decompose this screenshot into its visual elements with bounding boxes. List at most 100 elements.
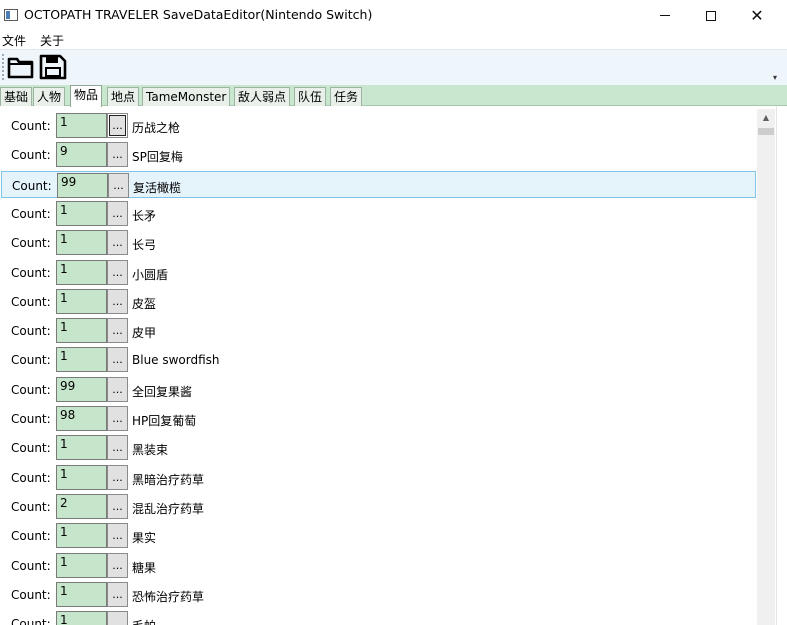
item-select-button[interactable]: ... (107, 142, 128, 168)
toolbar-grip[interactable] (2, 54, 4, 80)
item-row[interactable]: Count: 98... HP回复葡萄 (1, 405, 756, 432)
minimize-button[interactable] (642, 0, 688, 31)
item-name: 黑暗治疗药草 (132, 472, 205, 487)
window-title: OCTOPATH TRAVELER SaveDataEditor(Nintend… (24, 7, 373, 22)
count-input[interactable]: 1 (56, 347, 107, 373)
count-input[interactable]: 1 (56, 581, 107, 607)
toolbar-overflow-icon[interactable]: ▾ (773, 73, 777, 82)
count-label: Count: (11, 294, 51, 309)
item-select-button[interactable]: ... (107, 493, 128, 519)
count-label: Count: (12, 178, 52, 193)
item-select-button[interactable]: ... (107, 406, 128, 431)
tab-quests[interactable]: 任务 (330, 87, 363, 106)
item-row[interactable]: Count: 1... 黑暗治疗药草 (1, 464, 756, 491)
tab-basic[interactable]: 基础 (0, 87, 33, 106)
count-input[interactable]: 99 (57, 172, 108, 198)
count-input[interactable]: 9 (56, 142, 107, 168)
tab-locations[interactable]: 地点 (107, 87, 140, 106)
count-input[interactable]: 1 (56, 200, 107, 226)
item-row[interactable]: Count: 2... 混乱治疗药草 (1, 493, 756, 520)
item-name: 复活橄榄 (133, 180, 182, 195)
tab-tame-monster[interactable]: TameMonster (142, 87, 231, 106)
count-label: Count: (11, 617, 51, 625)
item-name: 长矛 (132, 208, 157, 223)
floppy-save-icon (39, 54, 67, 80)
item-row[interactable]: Count: 1... 小圆盾 (1, 259, 756, 286)
item-row[interactable]: Count: 9... SP回复梅 (1, 141, 756, 168)
tab-items[interactable]: 物品 (70, 85, 103, 107)
item-select-button[interactable]: ... (107, 318, 128, 344)
count-input[interactable]: 1 (56, 318, 107, 344)
item-row[interactable]: Count: 99... 全回复果酱 (1, 376, 756, 403)
item-select-button[interactable]: ... (107, 581, 128, 607)
item-row[interactable]: Count: 1... 历战之枪 (1, 112, 756, 139)
item-select-button[interactable]: ... (108, 172, 129, 198)
count-input[interactable]: 1 (56, 288, 107, 314)
count-input[interactable]: 1 (56, 464, 107, 490)
count-input[interactable]: 1 (56, 230, 107, 256)
item-name: Blue swordfish (132, 353, 220, 368)
item-name: 毛帕 (132, 617, 156, 625)
item-row[interactable]: Count: 1... 糖果 (1, 552, 756, 579)
item-select-button[interactable]: ... (107, 259, 128, 285)
count-input[interactable]: 1 (56, 113, 107, 138)
tab-enemy-weakness[interactable]: 敌人弱点 (234, 87, 291, 106)
item-row[interactable]: Count: 1... 果实 (1, 522, 756, 549)
app-window-icon (4, 9, 18, 21)
item-row[interactable]: Count: 1... 长弓 (1, 229, 756, 256)
count-input[interactable]: 99 (56, 376, 107, 402)
item-row[interactable]: Count: 1... 皮盔 (1, 288, 756, 315)
item-name: 全回复果酱 (132, 384, 193, 399)
item-select-button[interactable]: ... (107, 464, 128, 490)
item-select-button[interactable]: ... (107, 552, 128, 578)
item-row[interactable]: Count: 1... 毛帕 (1, 610, 756, 625)
open-file-button[interactable] (6, 53, 36, 81)
item-row[interactable]: Count: 1... 黑装束 (1, 434, 756, 461)
count-label: Count: (11, 499, 51, 514)
item-name: 混乱治疗药草 (132, 501, 205, 516)
items-panel: Count: 1... 历战之枪 Count: 9... SP回复梅 Count: 99...… (0, 106, 787, 625)
item-name: HP回复葡萄 (132, 414, 197, 428)
item-select-button[interactable]: ... (107, 200, 128, 226)
item-row[interactable]: Count: 1... 皮甲 (1, 317, 756, 344)
close-icon: ✕ (750, 5, 764, 25)
item-row[interactable]: Count: 1... 长矛 (1, 200, 756, 227)
vertical-scrollbar[interactable]: ▲ (757, 109, 775, 625)
folder-open-icon (7, 57, 34, 79)
maximize-button[interactable] (688, 0, 734, 31)
count-label: Count: (11, 470, 51, 485)
item-row[interactable]: Count: 1... Blue swordfish (1, 346, 756, 373)
item-select-button[interactable]: ... (107, 230, 128, 256)
item-select-button[interactable]: ... (107, 523, 128, 549)
item-row[interactable]: Count: 1... 恐怖治疗药草 (1, 581, 756, 608)
count-input[interactable]: 1 (56, 552, 107, 578)
item-select-button[interactable]: ... (107, 435, 128, 461)
item-row[interactable]: Count: 99... 复活橄榄 (1, 170, 756, 198)
item-select-button[interactable]: ... (107, 113, 128, 138)
item-select-button[interactable]: ... (107, 376, 128, 402)
item-name: 黑装束 (132, 443, 169, 458)
item-select-button[interactable]: ... (107, 288, 128, 314)
scroll-up-icon[interactable]: ▲ (757, 109, 775, 126)
save-file-button[interactable] (38, 53, 68, 81)
count-input[interactable]: 98 (56, 406, 107, 431)
count-input[interactable]: 1 (56, 435, 107, 461)
menu-about[interactable]: 关于 (40, 32, 64, 49)
menu-file[interactable]: 文件 (2, 32, 26, 49)
close-button[interactable]: ✕ (734, 0, 780, 31)
count-input[interactable]: 1 (56, 611, 107, 625)
tab-characters[interactable]: 人物 (33, 87, 66, 106)
tab-strip: 基础 人物 物品 地点 TameMonster 敌人弱点 队伍 任务 (0, 85, 787, 107)
item-select-button[interactable]: ... (107, 611, 128, 625)
item-name: 果实 (132, 531, 157, 546)
count-input[interactable]: 2 (56, 493, 107, 519)
window-right-edge (776, 106, 787, 625)
item-name: 恐怖治疗药草 (132, 589, 205, 604)
tab-party[interactable]: 队伍 (294, 87, 327, 106)
count-input[interactable]: 1 (56, 259, 107, 285)
maximize-icon (706, 10, 716, 21)
scroll-thumb[interactable] (758, 128, 774, 135)
count-input[interactable]: 1 (56, 523, 107, 549)
title-bar: OCTOPATH TRAVELER SaveDataEditor(Nintend… (0, 0, 787, 31)
item-select-button[interactable]: ... (107, 347, 128, 373)
